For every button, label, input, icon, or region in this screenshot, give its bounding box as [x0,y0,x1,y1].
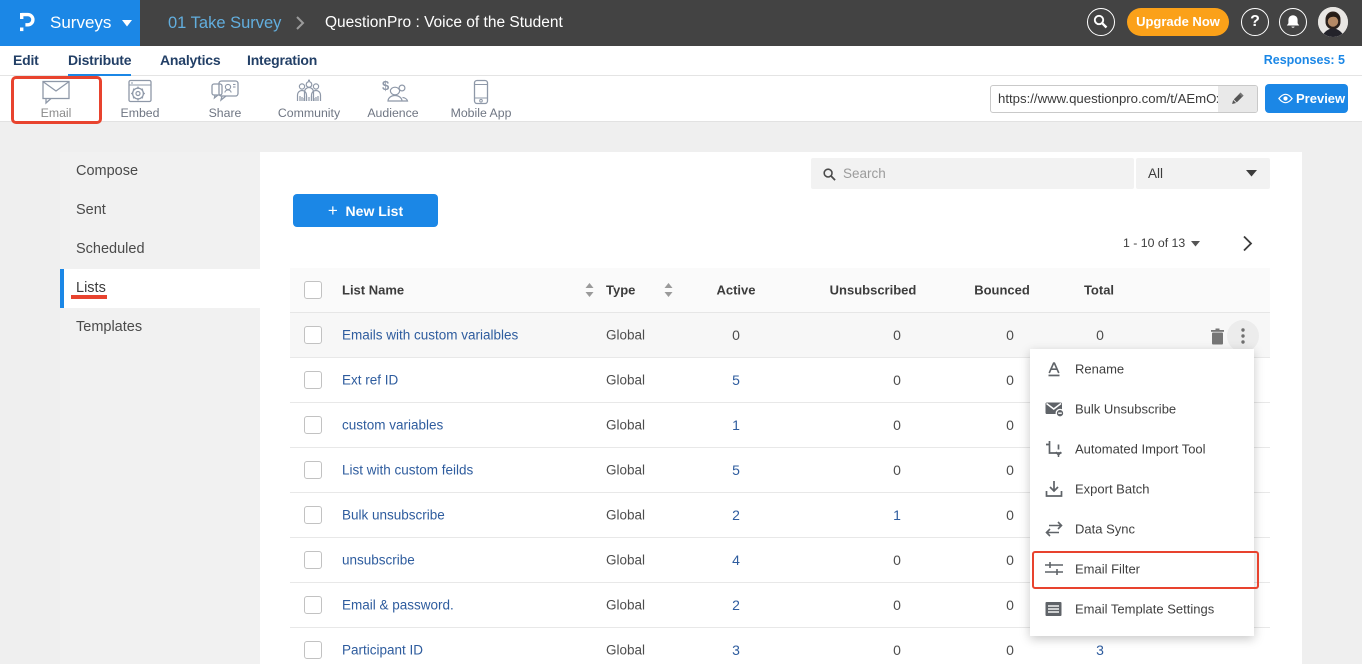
svg-text:$: $ [382,79,390,93]
